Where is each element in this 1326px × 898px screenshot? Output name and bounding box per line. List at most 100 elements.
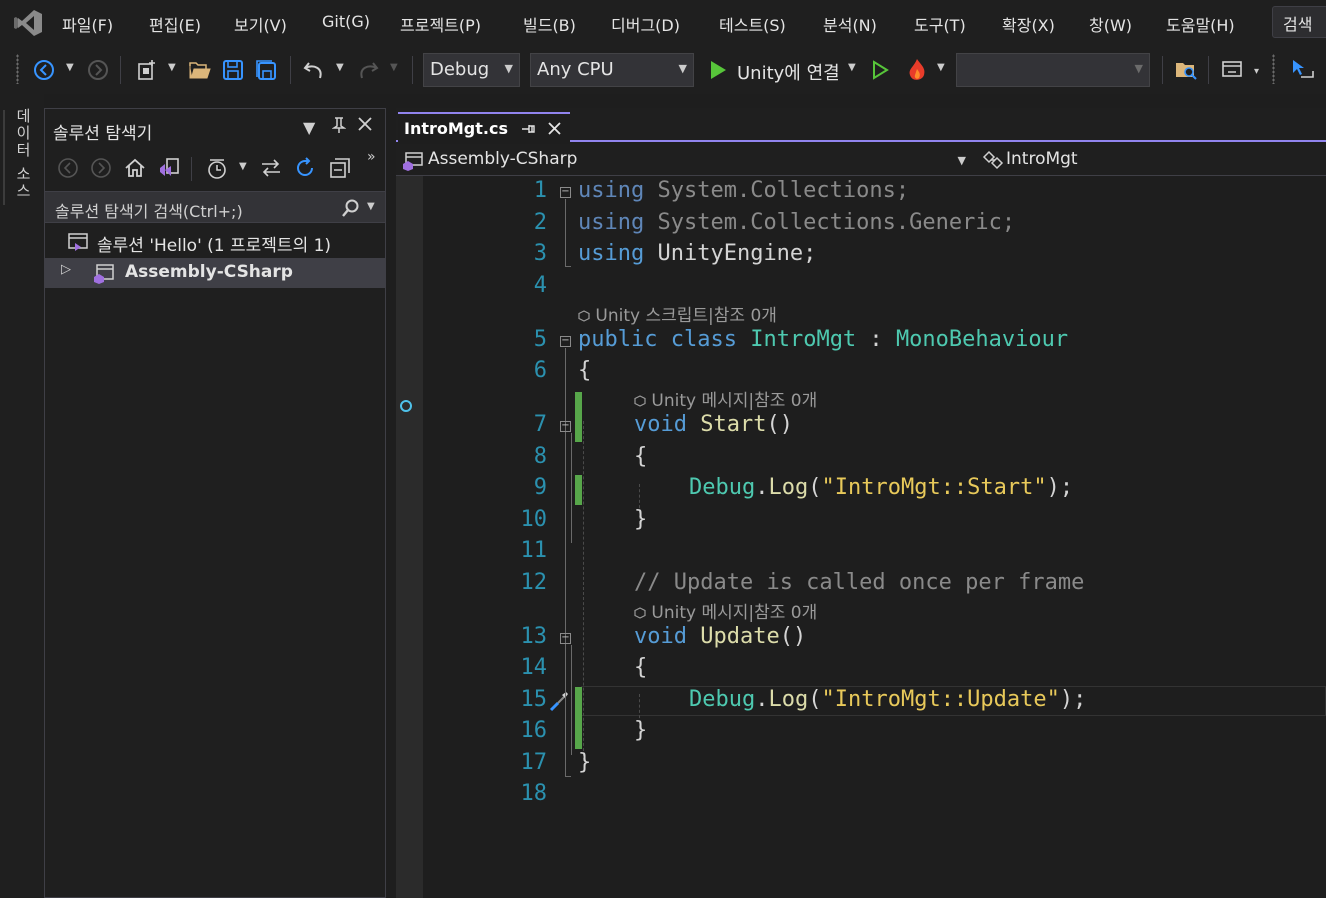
find-in-files-button[interactable] [1172, 56, 1200, 84]
window-layout-button[interactable] [1218, 56, 1246, 84]
panel-dropdown-icon[interactable]: ▼ [303, 118, 315, 137]
filter-dropdown-caret-icon[interactable]: ▼ [239, 161, 247, 172]
menu-file[interactable]: 파일(F) [62, 12, 113, 36]
collapse-all-icon[interactable] [328, 156, 352, 180]
menu-project[interactable]: 프로젝트(P) [400, 12, 481, 36]
run-target-dropdown-caret-icon[interactable]: ▼ [848, 62, 860, 78]
search-box[interactable]: 검색 [1272, 6, 1326, 38]
hot-reload-button[interactable] [903, 56, 931, 84]
toolbar-grip[interactable] [16, 54, 19, 84]
menu-git[interactable]: Git(G) [322, 12, 370, 31]
solution-platform-combo[interactable]: Any CPU ▼ [530, 53, 694, 87]
save-all-button[interactable] [252, 56, 280, 84]
home-icon[interactable] [123, 156, 147, 180]
toolbar-grip[interactable] [1272, 54, 1275, 84]
line-number: 14 [520, 655, 548, 680]
menu-test[interactable]: 테스트(S) [719, 12, 786, 36]
startup-item-combo[interactable]: ▼ [956, 53, 1150, 87]
toolbar-separator [1208, 56, 1209, 84]
new-project-button[interactable] [133, 56, 161, 84]
hot-reload-dropdown-caret-icon[interactable]: ▼ [937, 62, 949, 78]
overflow-chevron-icon[interactable]: » [367, 149, 376, 165]
collapse-update-toggle[interactable]: − [560, 633, 571, 644]
tree-item-project[interactable]: ▷ Assembly-CSharp [45, 258, 385, 288]
redo-button[interactable] [354, 56, 382, 84]
pin-tab-icon[interactable] [520, 122, 536, 136]
collapse-usings-toggle[interactable]: − [560, 187, 571, 198]
search-options-caret-icon[interactable]: ▼ [367, 201, 375, 212]
sync-with-document-icon[interactable] [259, 157, 283, 179]
visual-studio-logo-icon [14, 10, 42, 36]
unity-cube-icon [578, 310, 590, 322]
navigate-forward-button[interactable] [84, 56, 112, 84]
class-icon [982, 150, 1004, 170]
menu-window[interactable]: 창(W) [1089, 12, 1132, 36]
undo-button[interactable] [300, 56, 328, 84]
run-target-label[interactable]: Unity에 연결 [737, 59, 840, 85]
select-element-button[interactable] [1288, 56, 1316, 84]
project-dropdown[interactable]: Assembly-CSharp ▼ [398, 146, 972, 174]
outline-line [571, 645, 572, 755]
start-debugging-button[interactable] [704, 56, 732, 84]
menu-edit[interactable]: 편집(E) [149, 12, 201, 36]
menu-analyze[interactable]: 분석(N) [823, 12, 877, 36]
start-codelens[interactable]: Unity 메시지|참조 0개 [634, 386, 817, 411]
line-number: 15 [520, 687, 548, 712]
layout-dropdown-caret-icon[interactable]: ▾ [1254, 66, 1266, 82]
start-without-debugging-button[interactable] [866, 56, 894, 84]
undo-dropdown-caret-icon[interactable]: ▼ [336, 62, 348, 78]
undo-icon [303, 62, 322, 79]
toolbar-separator [191, 157, 192, 181]
solution-explorer-panel: 솔루션 탐색기 ▼ ▼ » 솔루션 탐색기 검색(Ctrl+;) ▼ 솔루션 '… [44, 108, 386, 898]
unity-cube-icon [634, 607, 646, 619]
unity-message-indicator-icon[interactable] [399, 399, 413, 413]
navigate-back-button[interactable] [30, 56, 58, 84]
solution-explorer-search-input[interactable]: 솔루션 탐색기 검색(Ctrl+;) ▼ [45, 191, 385, 223]
menu-debug[interactable]: 디버그(D) [611, 12, 680, 36]
redo-dropdown-caret-icon[interactable]: ▼ [390, 62, 402, 78]
forward-arrow-icon[interactable] [90, 157, 112, 179]
search-icon[interactable] [341, 198, 361, 218]
new-project-dropdown-caret-icon[interactable]: ▼ [168, 62, 180, 78]
pin-icon[interactable] [331, 116, 347, 138]
save-icon [223, 60, 243, 80]
code-text-area[interactable]: 1 2 3 4 5 6 7 8 9 10 11 12 13 14 15 16 1… [423, 176, 1326, 898]
open-file-button[interactable] [186, 56, 214, 84]
class-codelens[interactable]: Unity 스크립트|참조 0개 [578, 301, 777, 326]
menu-view[interactable]: 보기(V) [234, 12, 287, 36]
solution-icon [68, 233, 88, 251]
line-number: 18 [520, 781, 548, 806]
collapse-start-toggle[interactable]: − [560, 421, 571, 432]
menu-help[interactable]: 도움말(H) [1166, 12, 1235, 36]
class-dropdown[interactable]: IntroMgt [978, 146, 1326, 174]
expand-chevron-icon[interactable]: ▷ [61, 262, 71, 277]
menu-extensions[interactable]: 확장(X) [1002, 12, 1055, 36]
update-codelens[interactable]: Unity 메시지|참조 0개 [634, 598, 817, 623]
code-editor: IntroMgt.cs Assembly-CSharp ▼ IntroMgt 1… [396, 108, 1326, 898]
solution-explorer-toolbar: ▼ » [45, 149, 385, 189]
tree-item-solution[interactable]: 솔루션 'Hello' (1 프로젝트의 1) [45, 227, 385, 257]
code-line-6: { [578, 358, 592, 383]
indent-guide [583, 421, 584, 761]
back-arrow-icon[interactable] [57, 157, 79, 179]
chevron-down-icon: ▼ [678, 62, 687, 75]
chevron-down-icon: ▼ [957, 154, 966, 167]
solution-configuration-combo[interactable]: Debug ▼ [423, 53, 520, 87]
switch-views-icon[interactable] [157, 156, 181, 180]
collapse-class-toggle[interactable]: − [560, 336, 571, 347]
menu-build[interactable]: 빌드(B) [523, 12, 576, 36]
menu-tools[interactable]: 도구(T) [914, 12, 966, 36]
refresh-icon[interactable] [293, 156, 317, 180]
code-line-10: } [634, 507, 648, 532]
line-number: 4 [533, 273, 547, 298]
tab-intromgt-cs[interactable]: IntroMgt.cs [398, 112, 570, 142]
pending-changes-filter-icon[interactable] [205, 156, 229, 180]
close-icon[interactable] [357, 116, 373, 136]
indicator-margin[interactable] [396, 176, 423, 898]
standard-toolbar: ▼ ▼ ▼ ▼ Debug ▼ Any CPU ▼ Unity에 연결 ▼ ▼ … [0, 46, 1326, 94]
quick-actions-screwdriver-icon[interactable] [549, 690, 569, 712]
save-button[interactable] [219, 56, 247, 84]
back-dropdown-caret-icon[interactable]: ▼ [66, 62, 78, 78]
close-tab-icon[interactable] [547, 121, 562, 136]
data-source-tab[interactable]: 데이터 소스 [10, 108, 34, 200]
